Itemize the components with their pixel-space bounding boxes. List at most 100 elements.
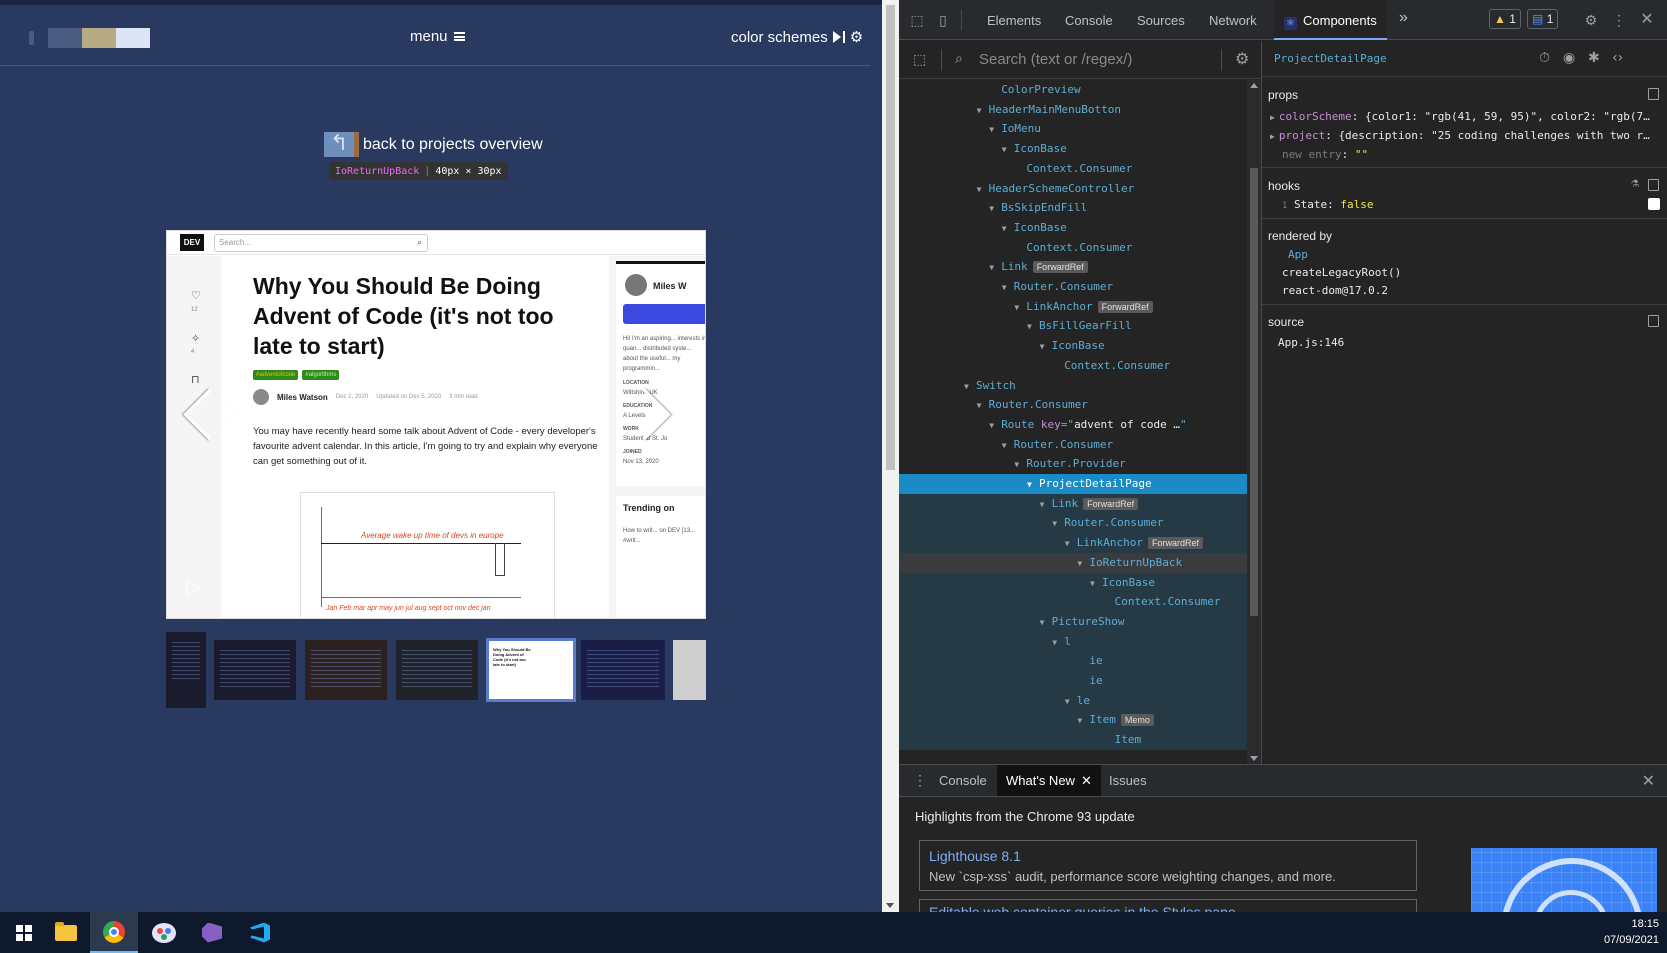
start-button[interactable] bbox=[0, 912, 48, 953]
tree-node[interactable]: ▼ l bbox=[899, 631, 1247, 653]
thumbnail[interactable] bbox=[166, 632, 206, 708]
expand-arrow-icon[interactable]: ▼ bbox=[1090, 574, 1102, 594]
tree-node[interactable]: ▼ IconBase bbox=[899, 139, 1247, 159]
taskbar-vscode[interactable] bbox=[236, 912, 284, 953]
tree-node[interactable]: ▼ IconBase bbox=[899, 218, 1247, 238]
page-scrollbar[interactable] bbox=[882, 0, 899, 912]
tree-node[interactable]: ▼ Router.Provider bbox=[899, 454, 1247, 474]
expand-arrow-icon[interactable]: ▼ bbox=[1027, 317, 1039, 337]
taskbar-file-explorer[interactable] bbox=[42, 912, 90, 953]
expand-arrow-icon[interactable]: ▼ bbox=[989, 120, 1001, 140]
close-drawer-icon[interactable]: ✕ bbox=[1642, 771, 1655, 791]
expand-arrow-icon[interactable]: ▼ bbox=[964, 377, 976, 397]
magic-wand-icon[interactable]: ⚗ bbox=[1631, 176, 1639, 191]
scroll-down-arrow[interactable] bbox=[886, 903, 894, 908]
tree-node[interactable]: ▼ le bbox=[899, 690, 1247, 712]
drawer-tab-console[interactable]: Console bbox=[939, 773, 987, 788]
tree-node[interactable]: ie bbox=[899, 671, 1247, 691]
tree-settings-gear-icon[interactable]: ⚙ bbox=[1235, 49, 1249, 69]
prop-project[interactable]: ▶ project: {description: "25 coding chall… bbox=[1270, 129, 1660, 142]
tab-network[interactable]: Network bbox=[1209, 13, 1257, 28]
drawer-menu-icon[interactable]: ⋮ bbox=[913, 772, 927, 789]
tree-node[interactable]: Context.Consumer bbox=[899, 238, 1247, 258]
taskbar-visual-studio[interactable] bbox=[188, 912, 236, 953]
close-devtools-icon[interactable]: ✕ bbox=[1639, 12, 1655, 28]
expand-arrow-icon[interactable]: ▼ bbox=[1002, 436, 1014, 456]
previous-slide-arrow[interactable] bbox=[183, 388, 211, 443]
system-clock[interactable]: 18:15 07/09/2021 bbox=[1604, 916, 1659, 948]
tree-node[interactable]: ▼ Router.Consumer bbox=[899, 395, 1247, 415]
expand-arrow-icon[interactable]: ▼ bbox=[1014, 455, 1026, 475]
tree-node[interactable]: ▼ Router.Consumer bbox=[899, 513, 1247, 534]
expand-arrow-icon[interactable]: ▼ bbox=[989, 199, 1001, 219]
suspend-timer-icon[interactable]: ⏱ bbox=[1539, 50, 1550, 66]
component-search-input[interactable]: Search (text or /regex/) bbox=[979, 51, 1132, 68]
more-tabs-icon[interactable]: » bbox=[1399, 9, 1408, 27]
source-location-link[interactable]: App.js:146 bbox=[1278, 336, 1344, 349]
tree-node[interactable]: ▼ ProjectDetailPage bbox=[899, 474, 1247, 494]
main-menu-button[interactable]: menu bbox=[410, 28, 465, 45]
tree-node[interactable]: ie bbox=[899, 651, 1247, 672]
rendered-by-app-link[interactable]: App bbox=[1288, 248, 1308, 261]
scroll-up-arrow[interactable] bbox=[1250, 83, 1258, 88]
expand-arrow-icon[interactable]: ▼ bbox=[1002, 219, 1014, 239]
thumbnail-active[interactable]: Why You Should Be Doing Advent of Code (… bbox=[486, 638, 576, 702]
expand-arrow-icon[interactable]: ▼ bbox=[1002, 278, 1014, 298]
tree-node[interactable]: ▼ LinkAnchor ForwardRef bbox=[899, 297, 1247, 317]
warnings-badge[interactable]: ▲ 1 bbox=[1489, 9, 1521, 29]
expand-arrow-icon[interactable]: ▼ bbox=[1077, 554, 1089, 574]
tree-node[interactable]: ▼ IoMenu bbox=[899, 119, 1247, 139]
tree-node[interactable]: Context.Consumer bbox=[899, 592, 1247, 613]
component-tree-scrollbar[interactable] bbox=[1247, 80, 1261, 764]
expand-arrow-icon[interactable]: ▼ bbox=[1027, 475, 1039, 495]
hook-value-checkbox[interactable] bbox=[1648, 198, 1660, 210]
expand-arrow-icon[interactable]: ▼ bbox=[977, 180, 989, 200]
inspect-element-icon[interactable]: ⬚ bbox=[909, 12, 925, 28]
tree-node[interactable]: ▼ Route key="advent of code …" bbox=[899, 415, 1247, 435]
expand-arrow-icon[interactable]: ▼ bbox=[977, 101, 989, 121]
tab-sources[interactable]: Sources bbox=[1137, 13, 1185, 28]
messages-badge[interactable]: ▤ 1 bbox=[1527, 9, 1559, 29]
expand-arrow-icon[interactable]: ▼ bbox=[1002, 140, 1014, 160]
tree-node[interactable]: ▼ Link ForwardRef bbox=[899, 257, 1247, 277]
return-up-back-icon[interactable] bbox=[324, 130, 359, 157]
play-icon[interactable] bbox=[186, 574, 202, 599]
close-tab-icon[interactable]: ✕ bbox=[1081, 773, 1092, 788]
taskbar-paint[interactable] bbox=[140, 912, 188, 953]
settings-gear-icon[interactable]: ⚙ bbox=[1583, 12, 1599, 28]
gear-icon[interactable]: ⚙ bbox=[850, 28, 863, 46]
tree-node[interactable]: ▼ IoReturnUpBack bbox=[899, 552, 1247, 574]
tree-node[interactable]: ▼ Link ForwardRef bbox=[899, 493, 1247, 515]
tree-node[interactable]: ▼ BsFillGearFill bbox=[899, 316, 1247, 336]
expand-arrow-icon[interactable]: ▼ bbox=[1040, 337, 1052, 357]
expand-arrow-icon[interactable]: ▼ bbox=[1065, 534, 1077, 554]
view-source-icon[interactable]: ‹› bbox=[1612, 50, 1623, 66]
thumbnail[interactable] bbox=[305, 640, 387, 700]
back-to-projects-link[interactable]: back to projects overview bbox=[324, 130, 543, 157]
tree-node[interactable]: ColorPreview bbox=[899, 80, 1247, 100]
tree-node[interactable]: ▼ Switch bbox=[899, 376, 1247, 396]
scrollbar-thumb[interactable] bbox=[886, 5, 895, 470]
select-element-icon[interactable]: ⬚ bbox=[913, 51, 926, 68]
tree-node[interactable]: Context.Consumer bbox=[899, 159, 1247, 179]
tree-node[interactable]: ▼ IconBase bbox=[899, 336, 1247, 356]
new-entry-row[interactable]: new entry: "" bbox=[1282, 148, 1667, 161]
expand-arrow-icon[interactable]: ▼ bbox=[989, 416, 1001, 436]
thumbnail[interactable] bbox=[396, 640, 478, 700]
bug-icon[interactable]: ✱ bbox=[1588, 50, 1600, 66]
drawer-tab-issues[interactable]: Issues bbox=[1109, 773, 1147, 788]
expand-arrow-icon[interactable]: ▼ bbox=[977, 396, 989, 416]
more-options-icon[interactable]: ⋮ bbox=[1611, 12, 1627, 28]
expand-arrow-icon[interactable]: ▼ bbox=[1040, 495, 1052, 515]
expand-arrow-icon[interactable]: ▼ bbox=[1052, 633, 1064, 653]
tab-elements[interactable]: Elements bbox=[987, 13, 1041, 28]
expand-arrow-icon[interactable]: ▼ bbox=[1065, 692, 1077, 712]
tab-components[interactable]: ⚛ Components bbox=[1274, 0, 1387, 40]
next-slide-arrow[interactable] bbox=[640, 388, 668, 443]
taskbar-chrome[interactable] bbox=[90, 912, 138, 953]
tree-node[interactable]: ▼ BsSkipEndFill bbox=[899, 198, 1247, 218]
scrollbar-thumb[interactable] bbox=[1250, 168, 1258, 616]
tree-node[interactable]: ▼ HeaderMainMenuBotton bbox=[899, 100, 1247, 120]
scroll-down-arrow[interactable] bbox=[1250, 756, 1258, 761]
color-schemes-control[interactable]: color schemes ⚙ bbox=[731, 28, 863, 47]
